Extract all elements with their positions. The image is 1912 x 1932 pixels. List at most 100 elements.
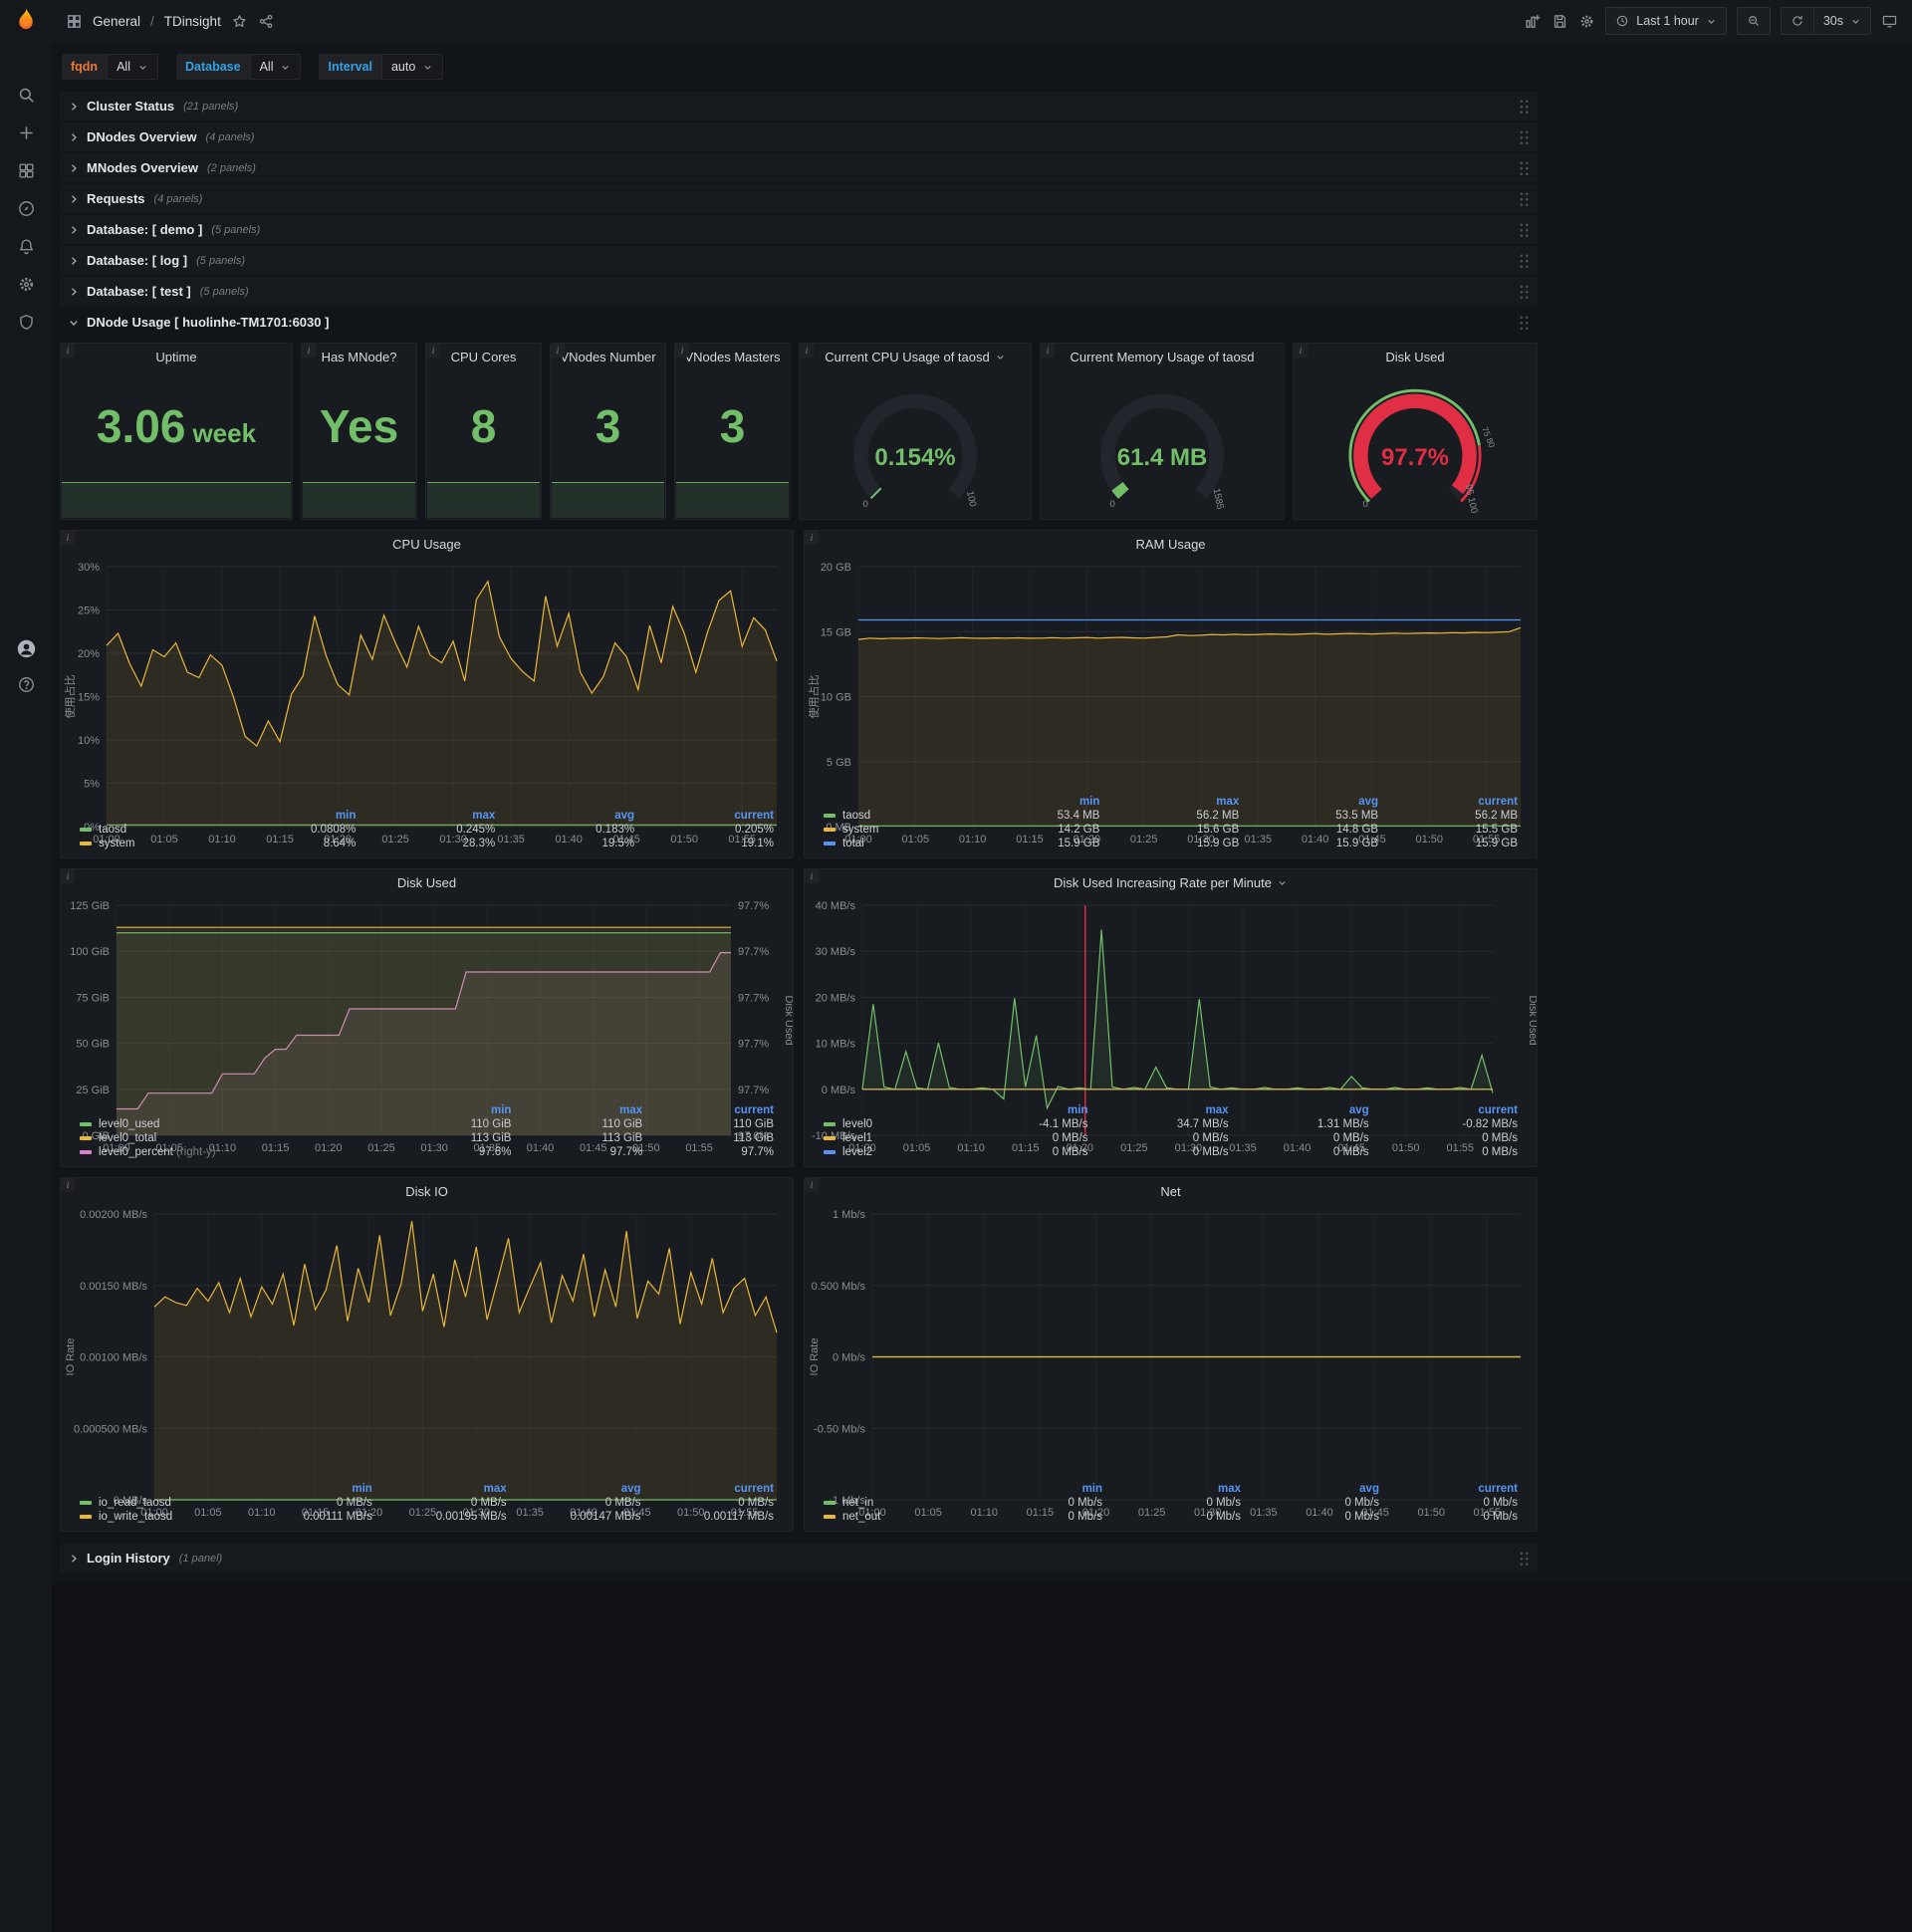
panel-title[interactable]: Disk Used (397, 875, 456, 890)
legend-col-max[interactable]: max (360, 809, 500, 823)
row-login-history[interactable]: Login History (1 panel) (60, 1544, 1538, 1572)
dashboard-settings-gear-icon[interactable] (1578, 13, 1595, 30)
breadcrumb-page[interactable]: TDinsight (164, 14, 221, 29)
legend-series-level0_total[interactable]: level0_total (75, 1131, 385, 1145)
dashboard-grid-icon[interactable] (66, 13, 83, 30)
refresh-interval-select[interactable]: 30s (1813, 7, 1871, 35)
legend-col-avg[interactable]: avg (512, 1482, 646, 1496)
breadcrumb-section[interactable]: General (93, 14, 140, 29)
variable-fqdn-value[interactable]: All (107, 54, 158, 80)
panel-title[interactable]: Disk Used (1385, 350, 1444, 364)
time-range-picker[interactable]: Last 1 hour (1605, 7, 1727, 35)
panel-info-icon[interactable]: i (426, 344, 440, 358)
panel-info-icon[interactable]: i (551, 344, 565, 358)
panel-info-icon[interactable]: i (61, 869, 75, 883)
row-database-demo[interactable]: Database: [ demo ] (5 panels) (60, 215, 1538, 244)
legend-col-max[interactable]: max (516, 1103, 647, 1117)
legend-series-level1[interactable]: level1 (819, 1131, 952, 1145)
create-plus-icon[interactable] (17, 123, 36, 142)
panel-title[interactable]: Uptime (155, 350, 196, 364)
legend-series-level0_percent[interactable]: level0_percent (right-y) (75, 1145, 385, 1159)
row-cluster-status[interactable]: Cluster Status (21 panels) (60, 92, 1538, 121)
panel-title[interactable]: Net (1160, 1184, 1180, 1199)
legend-series-taosd[interactable]: taosd (75, 823, 222, 837)
star-icon[interactable] (231, 13, 248, 30)
legend-series-taosd[interactable]: taosd (819, 809, 966, 823)
legend-col-current[interactable]: current (1374, 1103, 1523, 1117)
net-chart[interactable]: -1 Mb/s -0.50 Mb/s 0 Mb/s 0.500 Mb/s 1 Mb/s 0… (805, 1204, 1537, 1519)
row-drag-handle[interactable] (1519, 159, 1530, 176)
panel-title[interactable]: VNodes Masters (684, 350, 780, 364)
help-icon[interactable] (17, 675, 36, 694)
panel-info-icon[interactable]: i (675, 344, 689, 358)
panel-info-icon[interactable]: i (1041, 344, 1055, 358)
panel-info-icon[interactable]: i (61, 1178, 75, 1192)
disk-io-chart[interactable]: 0 MB/s 0.000500 MB/s 0.00100 MB/s 0.00150 M… (61, 1204, 793, 1519)
cycle-view-monitor-icon[interactable] (1881, 13, 1898, 30)
row-drag-handle[interactable] (1519, 190, 1530, 207)
legend-series-total[interactable]: total (819, 837, 966, 850)
panel-title[interactable]: Current Memory Usage of taosd (1071, 350, 1255, 364)
legend-series-system[interactable]: system (819, 823, 966, 837)
legend-col-current[interactable]: current (646, 1482, 779, 1496)
disk-rate-chart[interactable]: -10 MB/s 0 MB/s 10 MB/s 20 MB/s 30 MB/s 40 MB… (805, 895, 1539, 1154)
legend-series-level0[interactable]: level0 (819, 1117, 952, 1131)
legend-col-avg[interactable]: avg (1246, 1482, 1384, 1496)
panel-info-icon[interactable]: i (61, 531, 75, 545)
ram-usage-chart[interactable]: 0 MB 5 GB 10 GB 15 GB 20 GB 01:00 01:05 01:10 01… (805, 557, 1537, 845)
disk-used-chart[interactable]: 0 GiB 97.6% 25 GiB 97.7% 50 GiB 97.7% 75 GiB 97… (61, 895, 795, 1154)
panel-info-icon[interactable]: i (1294, 344, 1308, 358)
panel-info-icon[interactable]: i (805, 531, 819, 545)
panel-title[interactable]: CPU Cores (451, 350, 517, 364)
row-database-log[interactable]: Database: [ log ] (5 panels) (60, 246, 1538, 275)
row-drag-handle[interactable] (1519, 98, 1530, 115)
row-database-test[interactable]: Database: [ test ] (5 panels) (60, 277, 1538, 306)
zoom-out-button[interactable] (1736, 7, 1771, 35)
panel-title[interactable]: CPU Usage (392, 537, 461, 552)
dashboards-icon[interactable] (17, 161, 36, 180)
legend-col-avg[interactable]: avg (1244, 795, 1383, 809)
row-drag-handle[interactable] (1519, 221, 1530, 238)
legend-series-io_read_taosd[interactable]: io_read_taosd (75, 1496, 246, 1510)
panel-title[interactable]: Current CPU Usage of taosd (825, 350, 989, 364)
legend-series-net_in[interactable]: net_in (819, 1496, 969, 1510)
panel-title[interactable]: Disk IO (405, 1184, 448, 1199)
panel-title[interactable]: Disk Used Increasing Rate per Minute (1054, 875, 1272, 890)
legend-col-max[interactable]: max (377, 1482, 512, 1496)
admin-shield-icon[interactable] (17, 313, 36, 332)
row-dnode-usage[interactable]: DNode Usage [ huolinhe-TM1701:6030 ] (60, 308, 1538, 337)
legend-col-current[interactable]: current (639, 809, 779, 823)
legend-series-io_write_taosd[interactable]: io_write_taosd (75, 1510, 246, 1524)
legend-col-max[interactable]: max (1093, 1103, 1234, 1117)
row-dnodes-overview[interactable]: DNodes Overview (4 panels) (60, 122, 1538, 151)
legend-col-min[interactable]: min (952, 1103, 1092, 1117)
row-drag-handle[interactable] (1519, 283, 1530, 300)
panel-info-icon[interactable]: i (805, 869, 819, 883)
search-icon[interactable] (17, 86, 36, 105)
refresh-button[interactable] (1780, 7, 1814, 35)
panel-title[interactable]: RAM Usage (1135, 537, 1205, 552)
grafana-logo-icon[interactable] (10, 6, 42, 38)
legend-col-min[interactable]: min (966, 795, 1105, 809)
row-mnodes-overview[interactable]: MNodes Overview (2 panels) (60, 153, 1538, 182)
add-panel-icon[interactable] (1525, 13, 1542, 30)
save-dashboard-icon[interactable] (1552, 13, 1568, 30)
legend-col-avg[interactable]: avg (1234, 1103, 1374, 1117)
panel-title[interactable]: VNodes Number (560, 350, 655, 364)
configuration-gear-icon[interactable] (17, 275, 36, 294)
row-drag-handle[interactable] (1519, 128, 1530, 145)
legend-col-current[interactable]: current (647, 1103, 779, 1117)
panel-info-icon[interactable]: i (805, 1178, 819, 1192)
legend-col-min[interactable]: min (246, 1482, 377, 1496)
panel-info-icon[interactable]: i (61, 344, 75, 358)
legend-col-max[interactable]: max (1107, 1482, 1246, 1496)
legend-series-net_out[interactable]: net_out (819, 1510, 969, 1524)
row-requests[interactable]: Requests (4 panels) (60, 184, 1538, 213)
panel-info-icon[interactable]: i (800, 344, 814, 358)
panel-info-icon[interactable]: i (302, 344, 316, 358)
legend-col-current[interactable]: current (1384, 1482, 1523, 1496)
legend-series-level2[interactable]: level2 (819, 1145, 952, 1159)
row-drag-handle[interactable] (1519, 252, 1530, 269)
legend-col-min[interactable]: min (385, 1103, 517, 1117)
user-avatar[interactable] (17, 639, 36, 658)
